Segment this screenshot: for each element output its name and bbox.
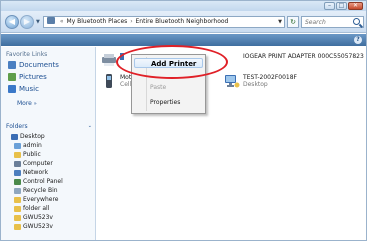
folder-icon (14, 214, 21, 221)
tree-item-label: Control Panel (23, 178, 63, 185)
favorite-label: Documents (19, 61, 59, 69)
tree-item-gwu523v[interactable]: GWU523v (14, 214, 53, 221)
pictures-icon (8, 73, 16, 81)
title-bar: – □ ✕ (1, 1, 366, 11)
tree-item-label: Everywhere (23, 196, 59, 203)
tree-item-label: Public (23, 151, 41, 158)
control-panel-icon (14, 178, 21, 185)
address-dropdown-chevron-icon[interactable]: ▼ (278, 17, 282, 27)
computer-icon (14, 160, 21, 167)
music-icon (8, 85, 16, 93)
window-controls: – □ ✕ (324, 2, 363, 10)
device-name: IOGEAR PRINT ADAPTER 000C55057823 (243, 53, 364, 60)
documents-icon (8, 61, 16, 69)
breadcrumb-entire-neighborhood[interactable]: Entire Bluetooth Neighborhood (136, 18, 229, 25)
favorite-pictures[interactable]: Pictures (8, 73, 47, 81)
favorite-documents[interactable]: Documents (8, 61, 59, 69)
favorite-links-heading: Favorite Links (6, 51, 48, 58)
search-icon[interactable] (353, 18, 360, 25)
favorite-music[interactable]: Music (8, 85, 39, 93)
refresh-button[interactable]: ↻ (287, 16, 299, 28)
tree-item-label: folder all (23, 205, 50, 212)
explorer-window: – □ ✕ ◀ ▶ ▼ « My Bluetooth Places › Enti… (0, 0, 367, 241)
forward-button[interactable]: ▶ (20, 15, 34, 29)
favorite-label: Pictures (19, 73, 47, 81)
device-name: TEST-2002F0018F (243, 74, 297, 81)
double-chevron-icon: » (33, 101, 37, 107)
context-menu: Add Printer Paste Properties (131, 54, 206, 114)
tree-item-gwu523v-2[interactable]: GWU523v (14, 223, 53, 230)
menu-item-properties[interactable]: Properties (150, 99, 180, 106)
chevron-down-icon: ⌄ (87, 123, 92, 129)
tree-item-everywhere[interactable]: Everywhere (14, 196, 58, 203)
device-type: Desktop (243, 81, 268, 88)
tree-item-computer[interactable]: Computer (14, 160, 53, 167)
tree-item-label: GWU523v (23, 223, 53, 230)
toolbar: ? (1, 34, 366, 46)
device-name-selected (120, 53, 124, 60)
folder-icon (14, 223, 21, 230)
device-label-block (120, 53, 124, 60)
tree-item-admin[interactable]: admin (14, 142, 42, 149)
tree-item-folder-all[interactable]: folder all (14, 205, 49, 212)
back-button[interactable]: ◀ (5, 15, 19, 29)
folder-icon (14, 151, 21, 158)
tree-item-recycle-bin[interactable]: Recycle Bin (14, 187, 58, 194)
tree-item-label: Recycle Bin (23, 187, 58, 194)
folders-label: Folders (6, 123, 28, 130)
tree-item-label: admin (23, 142, 42, 149)
tree-item-label: Network (23, 169, 49, 176)
desktop-computer-icon (224, 74, 240, 88)
desktop-icon (11, 133, 18, 140)
tree-item-label: GWU523v (23, 214, 53, 221)
phone-icon (101, 74, 117, 88)
network-icon (14, 169, 21, 176)
close-button[interactable]: ✕ (348, 2, 363, 10)
bluetooth-places-icon (47, 17, 55, 24)
user-folder-icon (14, 142, 21, 149)
bluetooth-device-icon (101, 53, 117, 67)
device-label-block: IOGEAR PRINT ADAPTER 000C55057823 (243, 53, 364, 60)
tree-item-control-panel[interactable]: Control Panel (14, 178, 63, 185)
device-item-selected[interactable] (101, 53, 124, 67)
folder-icon (14, 196, 21, 203)
navigation-pane: Favorite Links Documents Pictures Music … (1, 47, 96, 240)
menu-item-add-printer[interactable]: Add Printer (134, 58, 203, 68)
address-bar[interactable]: « My Bluetooth Places › Entire Bluetooth… (43, 16, 285, 28)
maximize-button[interactable]: □ (336, 2, 347, 10)
tree-item-public[interactable]: Public (14, 151, 41, 158)
folders-header[interactable]: Folders ⌄ (6, 123, 92, 130)
tree-item-network[interactable]: Network (14, 169, 48, 176)
device-label-block: TEST-2002F0018F Desktop (243, 74, 297, 88)
minimize-button[interactable]: – (324, 2, 335, 10)
favorite-label: Music (19, 85, 39, 93)
device-item-test-desktop[interactable]: TEST-2002F0018F Desktop (224, 74, 297, 88)
device-item-iogear[interactable]: IOGEAR PRINT ADAPTER 000C55057823 (243, 53, 364, 60)
tree-item-label: Computer (23, 160, 53, 167)
navigation-bar: ◀ ▶ ▼ « My Bluetooth Places › Entire Blu… (1, 11, 366, 33)
recycle-bin-icon (14, 187, 21, 194)
more-link[interactable]: More » (17, 100, 37, 107)
tree-item-desktop[interactable]: Desktop (11, 133, 45, 140)
search-input[interactable] (305, 18, 353, 27)
tree-item-label: Desktop (20, 133, 45, 140)
folder-icon (14, 205, 21, 212)
breadcrumb-bluetooth-places[interactable]: My Bluetooth Places (67, 18, 128, 25)
search-box (301, 16, 364, 28)
more-label: More (17, 100, 32, 107)
help-icon[interactable]: ? (354, 36, 362, 44)
menu-item-paste[interactable]: Paste (150, 84, 166, 91)
recent-pages-chevron-icon[interactable]: ▼ (36, 19, 40, 25)
breadcrumb-separator-icon: « (59, 18, 64, 25)
breadcrumb-separator-icon: › (130, 18, 133, 25)
